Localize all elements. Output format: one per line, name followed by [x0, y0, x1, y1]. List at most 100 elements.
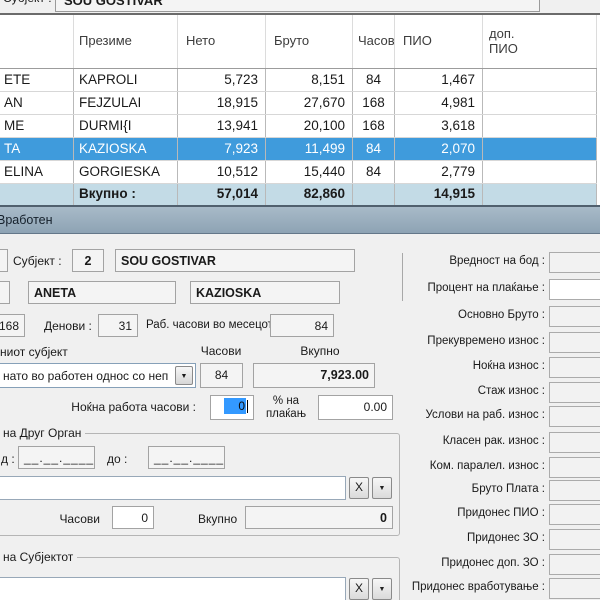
table-row[interactable]: ELINA GORGIESKA 10,512 15,440 84 2,779	[0, 161, 597, 184]
total-empty	[0, 184, 74, 205]
cell-bruto: 20,100	[266, 115, 353, 137]
cell-pio: 2,779	[395, 161, 483, 183]
cell-surname: GORGIESKA	[74, 161, 178, 183]
cell-hours: 84	[353, 138, 395, 160]
subject-label: Субјект :	[13, 254, 62, 268]
cell-dop-pio	[483, 115, 597, 137]
field-seniority-amount	[549, 382, 600, 403]
cell-hours: 84	[353, 69, 395, 91]
first-name-field: ANETA	[28, 281, 176, 304]
cut-subject-label: ниот субјект	[0, 345, 68, 359]
col-header-bruto[interactable]: Бруто	[266, 15, 353, 68]
subject-group-legend: на Субјектот	[0, 550, 77, 564]
label-class-mgmt-amount: Класен рак. износ :	[245, 435, 545, 447]
col-header-name[interactable]	[0, 15, 74, 68]
chevron-down-icon[interactable]: ▼	[175, 366, 193, 385]
total-dop-pio	[483, 184, 597, 205]
label-base-gross: Основно Бруто :	[245, 309, 545, 321]
cell-name: TA	[0, 138, 74, 160]
field-employment-contribution	[549, 578, 600, 599]
label-night-amount: Ноќна износ :	[245, 360, 545, 372]
payroll-app-window: Субјект : SOU GOSTIVAR Презиме Нето Брут…	[0, 0, 600, 600]
date-from-input[interactable]: __.__.____	[18, 446, 95, 469]
cell-name: ETE	[0, 69, 74, 91]
cut-field-left-b	[0, 281, 10, 304]
table-row[interactable]: AN FEJZULAI 18,915 27,670 168 4,981	[0, 92, 597, 115]
subject-code-field: 2	[72, 249, 104, 272]
cell-neto: 18,915	[178, 92, 266, 114]
field-pio-contribution	[549, 504, 600, 525]
cell-neto: 13,941	[178, 115, 266, 137]
cell-bruto: 27,670	[266, 92, 353, 114]
employee-panel-title: Вработен	[0, 213, 53, 227]
label-point-value: Вредност на бод :	[245, 255, 545, 267]
subject-name-field-top: SOU GOSTIVAR	[55, 0, 540, 12]
cell-bruto: 11,499	[266, 138, 353, 160]
cell-name: AN	[0, 92, 74, 114]
total-hours	[353, 184, 395, 205]
col-header-neto[interactable]: Нето	[178, 15, 266, 68]
other-organ-total-label: Вкупно	[198, 512, 237, 526]
label-gross-salary: Бруто Плата :	[245, 483, 545, 495]
field-dop-zo-contribution	[549, 554, 600, 575]
field-class-mgmt-amount	[549, 432, 600, 453]
date-from-label: д :	[1, 452, 15, 466]
table-row[interactable]: ETE KAPROLI 5,723 8,151 84 1,467	[0, 69, 597, 92]
label-employment-contribution: Придонес вработување :	[245, 581, 545, 593]
col-header-hours[interactable]: Часов	[353, 15, 395, 68]
cut-field-left-a	[0, 249, 8, 272]
cell-name: ME	[0, 115, 74, 137]
cell-pio: 1,467	[395, 69, 483, 91]
subject-label-top: Субјект :	[3, 0, 52, 5]
other-organ-hours-input[interactable]: 0	[112, 506, 154, 529]
cell-surname: KAZIOSKA	[74, 138, 178, 160]
table-row[interactable]: ME DURMI{I 13,941 20,100 168 3,618	[0, 115, 597, 138]
cell-pio: 4,981	[395, 92, 483, 114]
hours-total-field: 168	[0, 314, 25, 337]
field-overtime-amount	[549, 332, 600, 353]
label-seniority-amount: Стаж износ :	[245, 385, 545, 397]
cell-pio: 3,618	[395, 115, 483, 137]
col-header-pio[interactable]: ПИО	[395, 15, 483, 68]
cell-hours: 168	[353, 115, 395, 137]
cell-dop-pio	[483, 161, 597, 183]
cell-hours: 168	[353, 92, 395, 114]
employee-grid: Презиме Нето Бруто Часов ПИО доп. ПИО ET…	[0, 15, 600, 205]
label-pio-contribution: Придонес ПИО :	[245, 507, 545, 519]
other-organ-hours-label: Часови	[40, 512, 100, 526]
total-label: Вкупно :	[74, 184, 178, 205]
label-work-conditions-amount: Услови на раб. износ :	[245, 409, 545, 421]
label-com-parallel-amount: Ком. паралел. износ :	[245, 460, 545, 472]
relation-hours-field: 84	[200, 363, 243, 388]
field-zo-contribution	[549, 529, 600, 550]
label-overtime-amount: Прекувремено износ :	[245, 335, 545, 347]
top-subject-strip: Субјект : SOU GOSTIVAR	[0, 0, 600, 13]
field-work-conditions-amount	[549, 406, 600, 427]
hours-column-label: Часови	[198, 344, 244, 358]
total-row: Вкупно : 57,014 82,860 14,915	[0, 184, 597, 205]
field-base-gross	[549, 306, 600, 327]
cell-neto: 5,723	[178, 69, 266, 91]
field-com-parallel-amount	[549, 457, 600, 478]
night-work-label: Ноќна работа часови :	[0, 400, 196, 414]
grid-header-row: Презиме Нето Бруто Часов ПИО доп. ПИО	[0, 15, 597, 69]
cell-neto: 7,923	[178, 138, 266, 160]
cell-surname: FEJZULAI	[74, 92, 178, 114]
total-pio: 14,915	[395, 184, 483, 205]
col-header-dop-pio[interactable]: доп. ПИО	[483, 15, 597, 68]
cell-surname: DURMI{I	[74, 115, 178, 137]
cell-dop-pio	[483, 92, 597, 114]
field-pay-percent[interactable]	[549, 279, 600, 300]
table-row-selected[interactable]: TA KAZIOSKA 7,923 11,499 84 2,070	[0, 138, 597, 161]
days-field: 31	[98, 314, 138, 337]
employment-relation-dropdown[interactable]: нато во работен однос со неп ▼	[0, 363, 196, 388]
label-dop-zo-contribution: Придонес доп. ЗО :	[245, 557, 545, 569]
field-gross-salary	[549, 480, 600, 501]
label-zo-contribution: Придонес ЗО :	[245, 532, 545, 544]
field-night-amount	[549, 357, 600, 378]
cell-bruto: 15,440	[266, 161, 353, 183]
col-header-surname[interactable]: Презиме	[74, 15, 178, 68]
total-neto: 57,014	[178, 184, 266, 205]
date-to-input[interactable]: __.__.____	[148, 446, 225, 469]
selected-text: 0	[224, 398, 246, 414]
